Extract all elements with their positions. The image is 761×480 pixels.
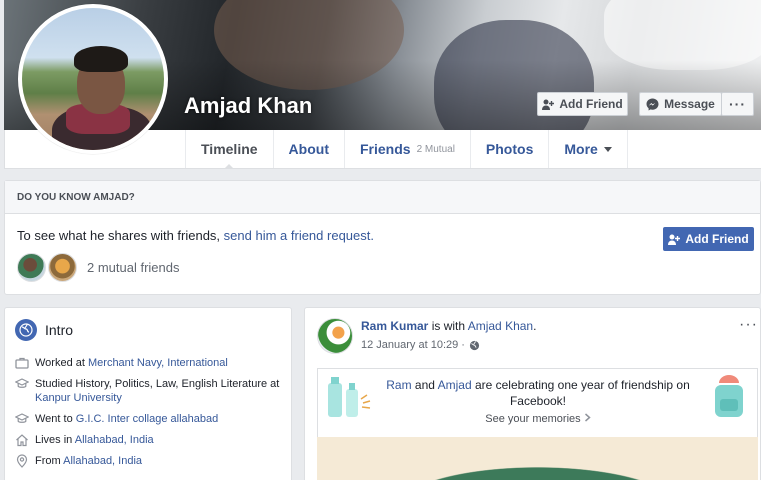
intro-link[interactable]: Kanpur University	[35, 392, 122, 404]
privacy-globe-icon[interactable]	[469, 340, 480, 351]
post-options-button[interactable]: ···	[739, 316, 758, 334]
intro-item-text: Lives in Allahabad, India	[35, 433, 154, 447]
intro-item-school: Went to G.I.C. Inter collage allahabad	[15, 412, 285, 426]
intro-item-work: Worked at Merchant Navy, International	[15, 356, 285, 370]
message-button[interactable]: Message	[639, 92, 722, 116]
see-memories-label: See your memories	[485, 413, 581, 425]
graduation-cap-icon	[15, 413, 29, 423]
chevron-down-icon	[603, 146, 612, 152]
tab-timeline[interactable]: Timeline	[185, 130, 273, 169]
add-friend-primary-button[interactable]: Add Friend	[663, 227, 754, 251]
memory-and: and	[411, 378, 438, 392]
add-friend-button[interactable]: Add Friend	[537, 92, 628, 116]
profile-picture[interactable]	[18, 4, 168, 154]
friendship-memory-card[interactable]: Ram and Amjad are celebrating one year o…	[317, 368, 758, 438]
intro-item-study: Studied History, Politics, Law, English …	[15, 377, 285, 405]
mutual-friend-avatar[interactable]	[17, 253, 46, 282]
intro-item-text: Went to G.I.C. Inter collage allahabad	[35, 412, 218, 426]
tab-label: About	[288, 141, 329, 157]
tab-label: Photos	[485, 141, 534, 157]
more-dots-icon: ···	[729, 96, 746, 112]
tab-more[interactable]: More	[548, 130, 628, 168]
backpack-illustration-icon	[715, 375, 743, 417]
home-icon	[16, 434, 28, 447]
intro-link[interactable]: Allahabad, India	[63, 455, 142, 467]
do-you-know-text: To see what he shares with friends, send…	[17, 228, 374, 243]
mutual-count: 2 Mutual	[416, 143, 455, 155]
intro-link[interactable]: Merchant Navy, International	[88, 357, 228, 369]
active-indicator	[224, 164, 235, 169]
post-timestamp: 12 January at 10:29 ·	[361, 339, 480, 351]
profile-name[interactable]: Amjad Khan	[184, 93, 312, 119]
bottles-illustration-icon	[328, 377, 371, 417]
briefcase-icon	[15, 357, 29, 369]
post-author-avatar[interactable]	[317, 318, 353, 354]
memory-photo[interactable]	[317, 437, 758, 480]
post-time-text[interactable]: 12 January at 10:29 ·	[361, 339, 465, 351]
intro-item-from: From Allahabad, India	[15, 454, 285, 468]
send-friend-request-link[interactable]: send him a friend request.	[224, 228, 374, 243]
intro-prefix: Studied History, Politics, Law, English …	[35, 378, 280, 390]
see-memories-link[interactable]: See your memories	[378, 413, 698, 425]
tab-about[interactable]: About	[272, 130, 344, 168]
intro-prefix: Lives in	[35, 434, 75, 446]
intro-list: Worked at Merchant Navy, International S…	[15, 356, 285, 475]
add-friend-label: Add Friend	[685, 232, 749, 246]
intro-link[interactable]: G.I.C. Inter collage allahabad	[76, 413, 218, 425]
tab-label: Timeline	[201, 141, 258, 157]
intro-item-lives: Lives in Allahabad, India	[15, 433, 285, 447]
intro-prefix: Worked at	[35, 357, 88, 369]
location-pin-icon	[16, 454, 28, 468]
intro-title: Intro	[45, 322, 74, 338]
add-person-icon	[542, 99, 555, 110]
intro-prefix: From	[35, 455, 64, 467]
memory-name[interactable]: Amjad	[438, 378, 472, 392]
mutual-friend-avatar[interactable]	[48, 253, 77, 282]
message-label: Message	[664, 97, 715, 111]
timeline-post: Ram Kumar is with Amjad Khan. 12 January…	[304, 307, 761, 480]
graduation-cap-icon	[15, 378, 29, 388]
post-with-text: is with	[428, 319, 468, 333]
post-header: Ram Kumar is with Amjad Khan.	[361, 319, 536, 333]
chevron-right-icon	[584, 413, 591, 422]
globe-icon	[15, 319, 37, 341]
tab-photos[interactable]: Photos	[469, 130, 548, 168]
add-person-icon	[668, 234, 681, 245]
mutual-friends: 2 mutual friends	[17, 253, 180, 282]
tab-label: Friends	[359, 141, 411, 157]
avatar-shape	[74, 46, 128, 72]
tab-label: More	[564, 141, 598, 157]
tab-friends[interactable]: Friends 2 Mutual	[343, 130, 470, 168]
do-you-know-message: To see what he shares with friends,	[17, 228, 224, 243]
mutual-friends-text[interactable]: 2 mutual friends	[87, 260, 180, 275]
intro-card: Intro Worked at Merchant Navy, Internati…	[4, 307, 292, 480]
intro-header: Intro	[15, 319, 73, 341]
intro-item-text: From Allahabad, India	[35, 454, 142, 468]
memory-name[interactable]: Ram	[386, 378, 411, 392]
more-options-button[interactable]: ···	[721, 92, 754, 116]
memory-message: Ram and Amjad are celebrating one year o…	[378, 377, 698, 409]
add-friend-label: Add Friend	[559, 97, 623, 111]
do-you-know-heading: DO YOU KNOW AMJAD?	[5, 181, 760, 214]
memory-text: are celebrating one year of friendship o…	[471, 378, 690, 408]
post-tagged-name[interactable]: Amjad Khan	[468, 319, 533, 333]
intro-link[interactable]: Allahabad, India	[75, 434, 154, 446]
post-author-name[interactable]: Ram Kumar	[361, 319, 428, 333]
intro-item-text: Worked at Merchant Navy, International	[35, 356, 228, 370]
do-you-know-card: DO YOU KNOW AMJAD? To see what he shares…	[4, 180, 761, 295]
intro-prefix: Went to	[35, 413, 76, 425]
messenger-icon	[646, 98, 659, 110]
intro-item-text: Studied History, Politics, Law, English …	[35, 377, 285, 405]
post-period: .	[533, 319, 537, 333]
